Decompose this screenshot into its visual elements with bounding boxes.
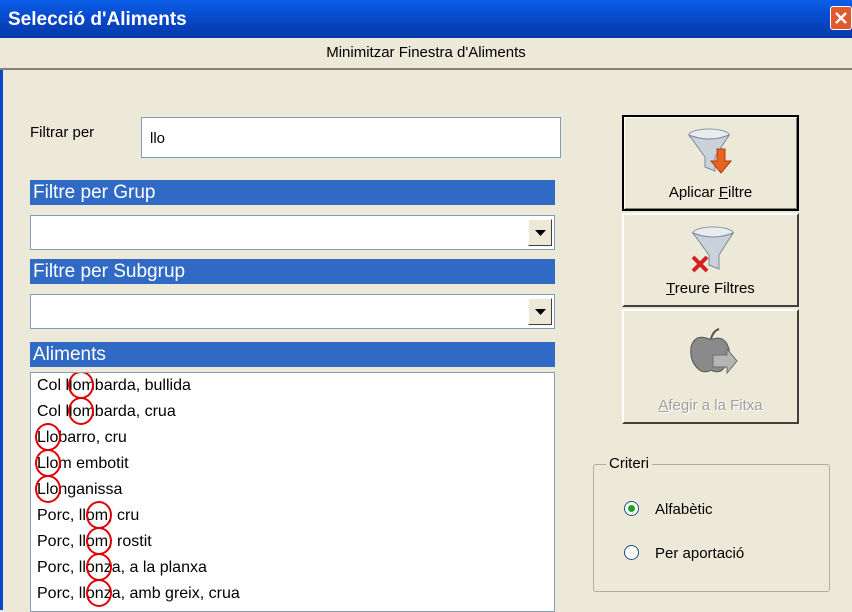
add-to-record-button[interactable]: Afegir a la Fitxa — [622, 309, 799, 424]
filter-input[interactable] — [150, 130, 552, 147]
chevron-down-icon — [535, 230, 546, 236]
highlight-circle — [68, 397, 94, 425]
highlight-circle — [86, 527, 112, 555]
window-left-border — [0, 70, 3, 610]
apple-arrow-icon — [689, 328, 738, 375]
title-bar: Selecció d'Aliments — [0, 0, 852, 38]
subgroup-dropdown-button[interactable] — [528, 298, 552, 325]
clear-filters-label: Treure Filtres — [666, 280, 755, 297]
highlight-circle — [35, 423, 61, 451]
foods-header: Aliments — [30, 342, 555, 367]
list-item[interactable]: Porc, llonza, amb greix, crua — [31, 579, 554, 607]
list-item[interactable]: Col llombarda, crua — [31, 397, 554, 425]
radio-checked-icon — [624, 501, 639, 516]
group-filter-header: Filtre per Grup — [30, 180, 555, 205]
filter-text-box[interactable] — [141, 117, 561, 158]
highlight-circle — [68, 373, 94, 399]
highlight-circle — [35, 475, 61, 503]
add-to-record-label: Afegir a la Fitxa — [658, 397, 763, 414]
filter-label: Filtrar per — [30, 124, 95, 141]
list-item[interactable]: Col llombarda, bullida — [31, 373, 554, 399]
criteria-group: Criteri Alfabètic Per aportació — [593, 455, 830, 592]
list-item[interactable]: Porc, llonza, a la planxa — [31, 553, 554, 581]
list-item[interactable]: Porc, llom, rostit — [31, 527, 554, 555]
apply-filter-button[interactable]: Aplicar Filtre — [622, 115, 799, 211]
window-title: Selecció d'Aliments — [8, 9, 187, 30]
apply-filter-label: Aplicar Filtre — [668, 184, 753, 201]
funnel-x-icon — [691, 226, 734, 273]
criteria-legend: Criteri — [606, 455, 652, 472]
subgroup-filter-header: Filtre per Subgrup — [30, 259, 555, 284]
list-item[interactable]: Porc, llom, cru — [31, 501, 554, 529]
subgroup-filter-combo[interactable] — [30, 294, 555, 329]
list-item[interactable]: Llonganissa — [31, 475, 554, 503]
group-filter-combo[interactable] — [30, 215, 555, 250]
foods-list[interactable]: Col llombarda, bullida Col llombarda, cr… — [30, 372, 555, 612]
highlight-circle — [86, 501, 112, 529]
close-button[interactable] — [830, 6, 852, 30]
radio-alphabetic[interactable]: Alfabètic — [624, 501, 713, 518]
funnel-down-arrow-icon — [687, 128, 732, 174]
highlight-circle — [35, 449, 61, 477]
highlight-circle — [86, 553, 112, 581]
radio-unchecked-icon — [624, 545, 639, 560]
chevron-down-icon — [535, 309, 546, 315]
list-item[interactable]: Llom embotit — [31, 449, 554, 477]
clear-filters-button[interactable]: Treure Filtres — [622, 213, 799, 307]
close-icon — [835, 12, 847, 24]
highlight-circle — [86, 579, 112, 607]
minimize-window-button[interactable]: Minimitzar Finestra d'Aliments — [0, 38, 852, 70]
group-dropdown-button[interactable] — [528, 219, 552, 246]
list-item[interactable]: Llobarro, cru — [31, 423, 554, 451]
radio-by-contribution[interactable]: Per aportació — [624, 545, 744, 562]
